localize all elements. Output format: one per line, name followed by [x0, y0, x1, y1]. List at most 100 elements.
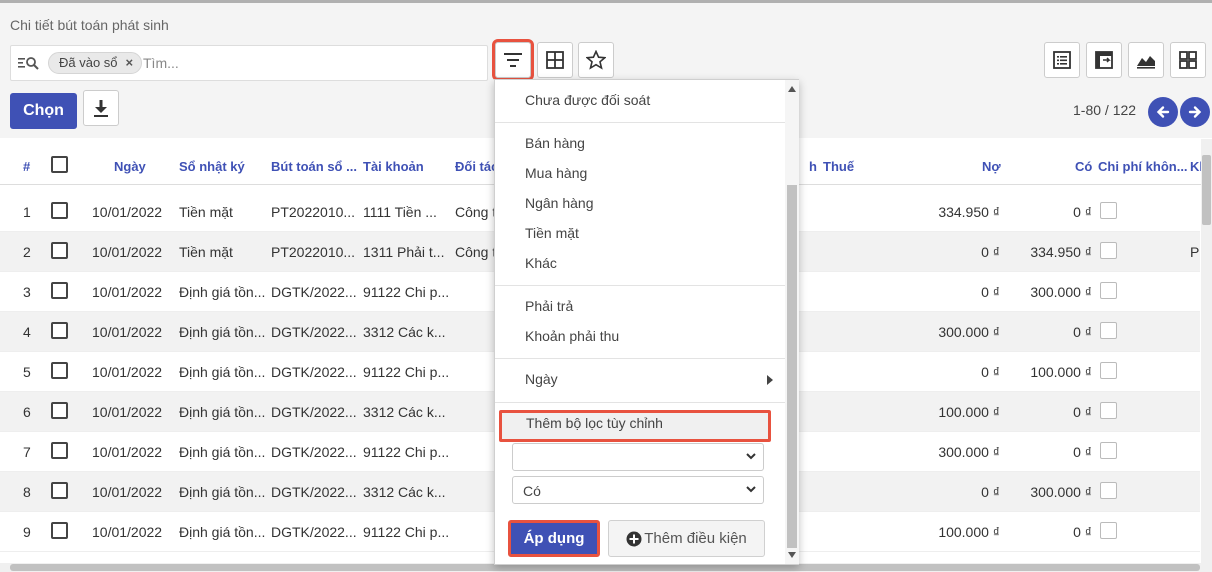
row-checkbox[interactable]: [51, 402, 68, 419]
row-date: 10/01/2022: [92, 204, 163, 220]
filter-date[interactable]: Ngày: [525, 371, 558, 387]
menu-divider: [495, 402, 785, 403]
row-entry: DGTK/2022...: [271, 484, 357, 500]
arrow-left-icon: [1156, 106, 1170, 118]
filter-other[interactable]: Khác: [525, 255, 557, 271]
facet-remove-icon[interactable]: ×: [126, 53, 134, 73]
row-checkbox[interactable]: [51, 442, 68, 459]
search-bar[interactable]: Đã vào sổ ×: [10, 45, 488, 81]
row-index: 6: [23, 404, 31, 420]
add-custom-filter-toggle[interactable]: Thêm bộ lọc tùy chỉnh: [499, 410, 771, 442]
row-index: 9: [23, 524, 31, 540]
col-tax[interactable]: Thuế: [823, 159, 854, 174]
dashboard-view-button[interactable]: [1170, 42, 1206, 78]
col-hidden[interactable]: h: [809, 159, 817, 174]
pivot-icon: [1095, 51, 1113, 69]
row-date: 10/01/2022: [92, 284, 163, 300]
custom-filter-operator-select[interactable]: Có: [512, 476, 764, 504]
pivot-view-button[interactable]: [1086, 42, 1122, 78]
row-date: 10/01/2022: [92, 364, 163, 380]
select-all-checkbox[interactable]: [51, 156, 68, 173]
vertical-scroll-thumb[interactable]: [1202, 155, 1211, 225]
row-journal: Định giá tồn...: [179, 284, 266, 300]
row-credit: 0 ₫: [1073, 404, 1092, 420]
horizontal-scroll-thumb[interactable]: [10, 564, 1200, 571]
search-input[interactable]: [141, 52, 471, 74]
row-index: 5: [23, 364, 31, 380]
filter-receivable[interactable]: Khoản phải thu: [525, 328, 619, 344]
table-vertical-scrollbar[interactable]: [1201, 139, 1212, 564]
filter-icon: [504, 53, 522, 67]
row-index: 1: [23, 204, 31, 220]
row-checkbox[interactable]: [51, 242, 68, 259]
row-account: 1311 Phải t...: [363, 244, 445, 260]
scroll-up-icon[interactable]: [788, 86, 796, 92]
col-debit[interactable]: Nợ: [982, 159, 1001, 174]
non-deductible-checkbox: [1100, 282, 1117, 299]
non-deductible-checkbox: [1100, 362, 1117, 379]
row-checkbox[interactable]: [51, 482, 68, 499]
scroll-down-icon[interactable]: [788, 552, 796, 558]
row-entry: PT2022010...: [271, 204, 356, 220]
add-condition-button[interactable]: Thêm điều kiện: [608, 520, 765, 557]
add-condition-label: Thêm điều kiện: [644, 530, 747, 547]
pager-value[interactable]: 1-80 / 122: [1073, 102, 1136, 118]
filter-purchase[interactable]: Mua hàng: [525, 165, 587, 181]
row-index: 4: [23, 324, 31, 340]
row-checkbox[interactable]: [51, 322, 68, 339]
row-checkbox[interactable]: [51, 522, 68, 539]
apply-filter-button[interactable]: Áp dụng: [508, 520, 600, 557]
pager-next-button[interactable]: [1180, 97, 1210, 127]
menu-divider: [495, 285, 785, 286]
row-checkbox[interactable]: [51, 362, 68, 379]
download-button[interactable]: [83, 90, 119, 126]
chevron-down-icon: [746, 453, 756, 460]
caret-right-icon: [767, 375, 773, 385]
dropdown-scrollbar[interactable]: [785, 80, 799, 564]
col-partner[interactable]: Đối tác: [455, 159, 498, 174]
select-button[interactable]: Chọn: [10, 93, 77, 129]
filter-cash[interactable]: Tiền mặt: [525, 225, 579, 241]
filter-sales[interactable]: Bán hàng: [525, 135, 585, 151]
custom-filter-field-select[interactable]: [512, 443, 764, 471]
row-account: 91122 Chi p...: [363, 364, 450, 380]
graph-view-button[interactable]: [1128, 42, 1164, 78]
non-deductible-checkbox: [1100, 482, 1117, 499]
favorites-button[interactable]: [578, 42, 614, 78]
group-by-button[interactable]: [537, 42, 573, 78]
dropdown-scroll-thumb[interactable]: [787, 185, 797, 548]
menu-divider: [495, 122, 785, 123]
filter-payable[interactable]: Phải trả: [525, 298, 573, 314]
filter-unreconciled[interactable]: Chưa được đối soát: [525, 92, 650, 108]
row-entry: DGTK/2022...: [271, 444, 357, 460]
row-credit: 0 ₫: [1073, 324, 1092, 340]
menu-divider: [495, 358, 785, 359]
col-account[interactable]: Tài khoản: [363, 159, 424, 174]
row-checkbox[interactable]: [51, 202, 68, 219]
col-index: #: [23, 159, 31, 174]
plus-circle-icon: [626, 531, 642, 546]
non-deductible-checkbox: [1100, 322, 1117, 339]
filter-bank[interactable]: Ngân hàng: [525, 195, 594, 211]
col-credit[interactable]: Có: [1075, 159, 1092, 174]
row-credit: 0 ₫: [1073, 524, 1092, 540]
row-date: 10/01/2022: [92, 444, 163, 460]
pager-previous-button[interactable]: [1148, 97, 1178, 127]
col-journal[interactable]: Sổ nhật ký: [179, 159, 245, 174]
row-checkbox[interactable]: [51, 282, 68, 299]
filter-button[interactable]: [492, 39, 534, 81]
non-deductible-checkbox: [1100, 442, 1117, 459]
row-debit: 334.950 ₫: [938, 204, 1000, 220]
row-entry: DGTK/2022...: [271, 364, 357, 380]
row-credit: 334.950 ₫: [1030, 244, 1092, 260]
col-non-deductible[interactable]: Chi phí khôn...: [1098, 159, 1188, 174]
row-journal: Định giá tồn...: [179, 484, 266, 500]
row-journal: Tiền mặt: [179, 244, 233, 260]
search-options-icon[interactable]: [17, 55, 41, 71]
list-view-button[interactable]: [1044, 42, 1080, 78]
row-credit: 0 ₫: [1073, 204, 1092, 220]
col-date[interactable]: Ngày: [114, 159, 146, 174]
row-journal: Tiền mặt: [179, 204, 233, 220]
breadcrumb: Chi tiết bút toán phát sinh: [10, 17, 169, 33]
col-entry[interactable]: Bút toán sổ ...: [271, 159, 357, 174]
